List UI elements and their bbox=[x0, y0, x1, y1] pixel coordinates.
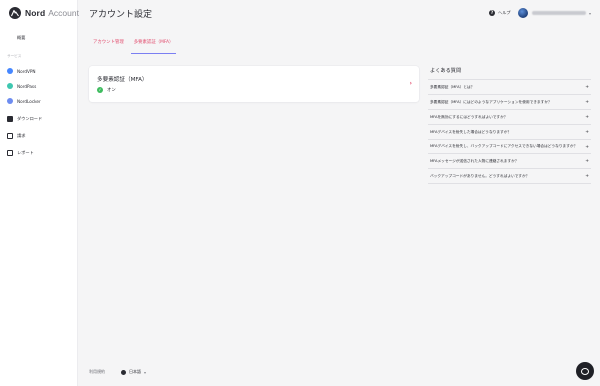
nord-logo-icon bbox=[9, 7, 21, 19]
plus-icon: + bbox=[585, 114, 589, 120]
billing-icon bbox=[7, 133, 13, 139]
dashboard-grid-icon bbox=[7, 35, 13, 41]
plus-icon: + bbox=[585, 158, 589, 164]
tab-mfa[interactable]: 多要素認証（MFA） bbox=[130, 37, 177, 54]
faq-item[interactable]: MFAデバイスを紛失し、バックアップコードにアクセスできない場合はどうなりますか… bbox=[428, 139, 591, 153]
plus-icon: + bbox=[585, 144, 589, 150]
plus-icon: + bbox=[585, 173, 589, 179]
page-title: アカウント設定 bbox=[89, 10, 153, 20]
faq-list: 多要素認証（MFA）とは？ + 多要素認証（MFA）にはどのようなアプリケーショ… bbox=[428, 79, 591, 184]
download-icon bbox=[7, 116, 13, 122]
faq-question: 多要素認証（MFA）とは？ bbox=[430, 84, 475, 89]
faq-item[interactable]: MFAを無効にするにはどうすればよいですか？ + bbox=[428, 109, 591, 124]
help-link[interactable]: ? ヘルプ bbox=[489, 10, 511, 16]
faq-question: MFAを無効にするにはどうすればよいですか？ bbox=[430, 114, 508, 119]
sidebar-item-nordvpn[interactable]: NordVPN bbox=[7, 66, 36, 76]
chevron-right-icon: › bbox=[409, 80, 412, 87]
mfa-status-label: オン bbox=[107, 88, 116, 93]
footer: 利用規約 日本語 ▾ bbox=[89, 369, 146, 375]
avatar bbox=[518, 8, 528, 18]
sidebar-item-billing[interactable]: 請求 bbox=[7, 131, 25, 141]
user-email-blurred bbox=[532, 11, 586, 15]
nordvpn-icon bbox=[7, 68, 13, 74]
plus-icon: + bbox=[585, 84, 589, 90]
plus-icon: + bbox=[585, 129, 589, 135]
sidebar: Nord Account 概要 サービス NordVPN NordPass No… bbox=[0, 0, 79, 386]
faq-item[interactable]: MFAデバイスを紛失した場合はどうなりますか？ + bbox=[428, 124, 591, 139]
faq-item[interactable]: バックアップコードがありません。どうすればよいですか？ + bbox=[428, 168, 591, 184]
sidebar-item-nordpass[interactable]: NordPass bbox=[7, 81, 36, 91]
nordpass-icon bbox=[7, 83, 13, 89]
sidebar-item-nordlocker[interactable]: NordLocker bbox=[7, 96, 41, 106]
brand-name: Nord bbox=[25, 8, 46, 18]
faq-item[interactable]: MFAメッセージが送信された人物に連絡されますか？ + bbox=[428, 153, 591, 168]
terms-link[interactable]: 利用規約 bbox=[89, 369, 105, 375]
settings-tabs: アカウント管理 多要素認証（MFA） bbox=[89, 37, 180, 54]
faq-item[interactable]: 多要素認証（MFA）にはどのようなアプリケーションを使用できますか？ + bbox=[428, 94, 591, 109]
chat-bubble-icon bbox=[581, 367, 589, 375]
brand-subtitle: Account bbox=[48, 8, 79, 18]
sidebar-item-label: NordLocker bbox=[17, 98, 41, 104]
chat-support-button[interactable] bbox=[576, 362, 594, 380]
sidebar-item-label: NordPass bbox=[17, 83, 37, 89]
help-icon: ? bbox=[489, 10, 495, 16]
faq-question: MFAメッセージが送信された人物に連絡されますか？ bbox=[430, 158, 519, 163]
sidebar-section-label: サービス bbox=[7, 54, 22, 58]
sidebar-item-label: 概要 bbox=[17, 35, 26, 40]
tab-account-management[interactable]: アカウント管理 bbox=[89, 37, 127, 54]
faq-question: MFAデバイスを紛失し、バックアップコードにアクセスできない場合はどうなりますか… bbox=[430, 144, 578, 148]
faq-item[interactable]: 多要素認証（MFA）とは？ + bbox=[428, 79, 591, 94]
report-icon bbox=[7, 150, 13, 156]
globe-icon bbox=[121, 369, 126, 375]
sidebar-item-label: レポート bbox=[17, 150, 34, 155]
brand-logo-link[interactable]: Nord Account bbox=[9, 7, 79, 19]
nordlocker-icon bbox=[7, 98, 13, 104]
chevron-down-icon: ▾ bbox=[144, 369, 147, 375]
faq-question: バックアップコードがありません。どうすればよいですか？ bbox=[430, 173, 530, 178]
mfa-status: ✓ オン bbox=[97, 87, 116, 93]
sidebar-item-label: NordVPN bbox=[17, 68, 36, 74]
mfa-card[interactable]: 多要素認証（MFA） ✓ オン › bbox=[89, 66, 419, 102]
sidebar-item-label: ダウンロード bbox=[17, 116, 43, 121]
plus-icon: + bbox=[585, 99, 589, 105]
mfa-card-title: 多要素認証（MFA） bbox=[97, 77, 148, 83]
check-icon: ✓ bbox=[97, 87, 103, 93]
sidebar-item-overview[interactable]: 概要 bbox=[7, 33, 25, 43]
user-menu[interactable]: ▾ bbox=[518, 8, 591, 18]
faq-title: よくある質問 bbox=[430, 68, 462, 74]
faq-question: 多要素認証（MFA）にはどのようなアプリケーションを使用できますか？ bbox=[430, 99, 552, 104]
chevron-down-icon: ▾ bbox=[589, 10, 592, 16]
sidebar-item-download[interactable]: ダウンロード bbox=[7, 114, 42, 124]
language-selector[interactable]: 日本語 ▾ bbox=[121, 369, 146, 375]
sidebar-item-label: 請求 bbox=[17, 133, 26, 138]
faq-question: MFAデバイスを紛失した場合はどうなりますか？ bbox=[430, 129, 512, 134]
sidebar-item-report[interactable]: レポート bbox=[7, 148, 34, 158]
help-label: ヘルプ bbox=[498, 10, 511, 15]
language-label: 日本語 bbox=[129, 369, 141, 374]
